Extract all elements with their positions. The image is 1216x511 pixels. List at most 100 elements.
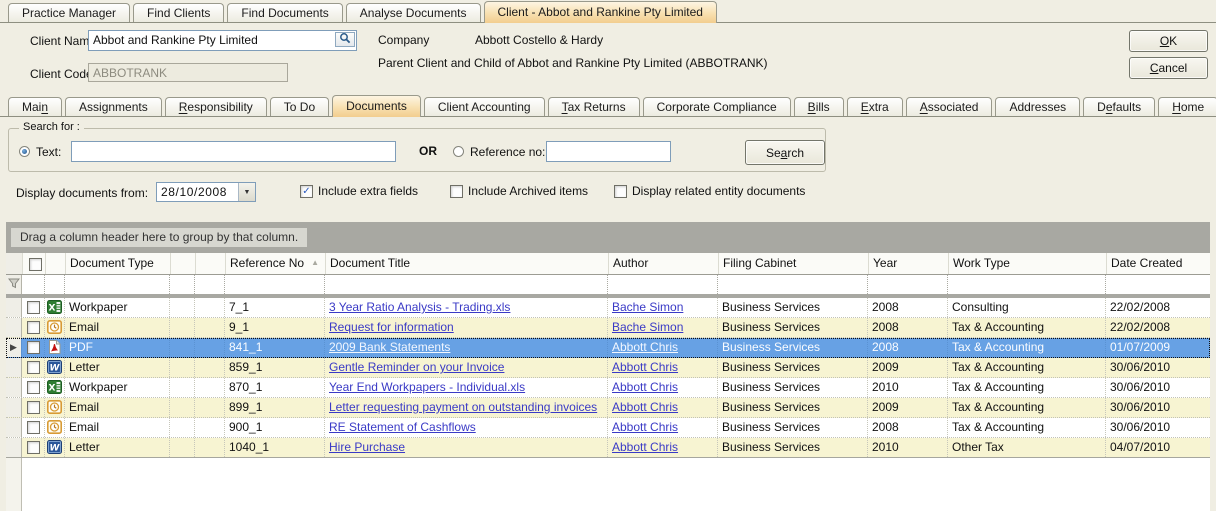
document-title-link[interactable]: 3 Year Ratio Analysis - Trading.xls [329,300,510,314]
cell-document-type: Email [65,318,170,337]
text-radio[interactable] [19,146,30,157]
display-related-entity-documents-checkbox[interactable] [614,185,627,198]
select-all-header[interactable] [22,253,45,274]
tab-client-abbot-and-rankine-pty-limited[interactable]: Client - Abbot and Rankine Pty Limited [484,1,717,23]
document-title-link[interactable]: Year End Workpapers - Individual.xls [329,380,525,394]
tab-main[interactable]: Main [8,97,62,116]
filter-cell[interactable] [325,275,608,294]
work-type-header[interactable]: Work Type [948,253,1106,274]
filter-cell[interactable] [45,275,65,294]
filter-cell[interactable] [608,275,718,294]
select-all-checkbox[interactable] [29,258,42,271]
row-checkbox[interactable] [27,321,40,334]
author-link[interactable]: Bache Simon [612,300,683,314]
reference-no-input[interactable] [546,141,671,162]
tab-practice-manager[interactable]: Practice Manager [8,3,130,22]
tab-assignments[interactable]: Assignments [65,97,162,116]
document-row-899_1[interactable]: Email899_1Letter requesting payment on o… [6,398,1210,418]
row-checkbox[interactable] [27,301,40,314]
cancel-button[interactable]: Cancel [1129,57,1208,79]
cell-date-created: 22/02/2008 [1106,298,1210,317]
document-row-9_1[interactable]: Email9_1Request for informationBache Sim… [6,318,1210,338]
row-checkbox[interactable] [27,361,40,374]
author-link[interactable]: Abbott Chris [612,420,678,434]
row-checkbox[interactable] [27,381,40,394]
search-button[interactable]: Search [745,140,825,165]
tab-analyse-documents[interactable]: Analyse Documents [346,3,481,22]
include-archived-items-checkbox[interactable] [450,185,463,198]
filter-cell[interactable] [170,275,195,294]
filter-cell[interactable] [868,275,948,294]
filter-cell[interactable] [22,275,45,294]
tab-tax-returns[interactable]: Tax Returns [548,97,640,116]
filter-cell[interactable] [65,275,170,294]
reference-no-radio[interactable] [453,146,464,157]
document-title-link[interactable]: Gentle Reminder on your Invoice [329,360,504,374]
document-row-870_1[interactable]: XWorkpaper870_1Year End Workpapers - Ind… [6,378,1210,398]
row-checkbox[interactable] [27,421,40,434]
document-title-link[interactable]: Letter requesting payment on outstanding… [329,400,597,414]
extra-column-1-header[interactable] [170,253,195,274]
author-link[interactable]: Abbott Chris [612,440,678,454]
document-type-header[interactable]: Document Type [65,253,170,274]
author-link[interactable]: Abbott Chris [612,340,678,354]
tab-client-accounting[interactable]: Client Accounting [424,97,545,116]
author-link[interactable]: Abbott Chris [612,360,678,374]
tab-to-do[interactable]: To Do [270,97,329,116]
cell-document-type: Letter [65,438,170,457]
document-title-header[interactable]: Document Title [325,253,608,274]
filter-cell[interactable] [718,275,868,294]
tab-defaults[interactable]: Defaults [1083,97,1155,116]
search-text-input[interactable] [71,141,396,162]
filing-cabinet-header[interactable]: Filing Cabinet [718,253,868,274]
author-header[interactable]: Author [608,253,718,274]
document-row-900_1[interactable]: Email900_1RE Statement of CashflowsAbbot… [6,418,1210,438]
tab-home[interactable]: Home [1158,97,1216,116]
client-code-label: Client Code [30,67,93,81]
tab-documents[interactable]: Documents [332,95,421,117]
author-link[interactable]: Abbott Chris [612,380,678,394]
tab-find-clients[interactable]: Find Clients [133,3,224,22]
document-title-link[interactable]: Request for information [329,320,454,334]
cell-filing-cabinet: Business Services [718,298,868,317]
filter-cell[interactable] [1106,275,1210,294]
date-created-header[interactable]: Date Created [1106,253,1210,274]
email-icon [47,403,62,417]
row-checkbox[interactable] [27,441,40,454]
filter-cell[interactable] [948,275,1106,294]
tab-corporate-compliance[interactable]: Corporate Compliance [643,97,791,116]
author-link[interactable]: Bache Simon [612,320,683,334]
group-by-hint[interactable]: Drag a column header here to group by th… [11,228,307,247]
icon-column-header[interactable] [45,253,65,274]
tab-associated[interactable]: Associated [906,97,993,116]
document-row-1040_1[interactable]: WLetter1040_1Hire PurchaseAbbott ChrisBu… [6,438,1210,458]
year-header[interactable]: Year [868,253,948,274]
tab-find-documents[interactable]: Find Documents [227,3,342,22]
row-checkbox[interactable] [27,341,40,354]
extra-column-2-header[interactable] [195,253,225,274]
client-code-value: ABBOTRANK [93,66,167,80]
ok-button[interactable]: OK [1129,30,1208,52]
row-checkbox[interactable] [27,401,40,414]
document-title-link[interactable]: Hire Purchase [329,440,405,454]
parent-client-text: Parent Client and Child of Abbot and Ran… [378,56,768,70]
tab-extra[interactable]: Extra [847,97,903,116]
document-row-859_1[interactable]: WLetter859_1Gentle Reminder on your Invo… [6,358,1210,378]
document-title-link[interactable]: RE Statement of Cashflows [329,420,476,434]
client-name-input[interactable]: Abbot and Rankine Pty Limited [88,30,357,51]
include-extra-fields-checkbox[interactable]: ✓ [300,185,313,198]
tab-addresses[interactable]: Addresses [995,97,1080,116]
tab-bills[interactable]: Bills [794,97,844,116]
client-lookup-button[interactable] [335,32,355,47]
cell-extra-1 [170,398,195,417]
filter-cell[interactable] [195,275,225,294]
document-row-7_1[interactable]: XWorkpaper7_13 Year Ratio Analysis - Tra… [6,298,1210,318]
reference-no-header[interactable]: ▲Reference No [225,253,325,274]
cell-date-created: 01/07/2009 [1106,338,1210,357]
document-title-link[interactable]: 2009 Bank Statements [329,340,450,354]
filter-cell[interactable] [225,275,325,294]
document-row-841_1[interactable]: ▶PDF841_12009 Bank StatementsAbbott Chri… [6,338,1210,358]
group-by-area[interactable]: Drag a column header here to group by th… [6,222,1210,253]
author-link[interactable]: Abbott Chris [612,400,678,414]
tab-responsibility[interactable]: Responsibility [165,97,267,116]
